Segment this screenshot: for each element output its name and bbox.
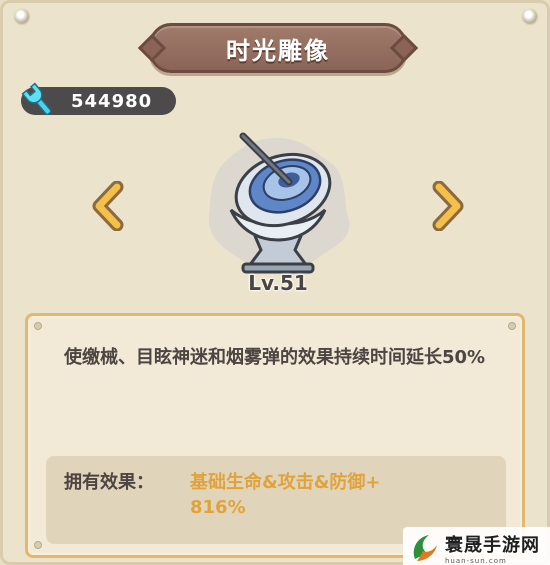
- panel-rivet: [34, 541, 42, 549]
- panel-rivet: [508, 322, 516, 330]
- corner-rivet: [15, 9, 29, 23]
- previous-item-arrow-icon[interactable]: [89, 181, 129, 231]
- page-title: 时光雕像: [226, 36, 330, 65]
- item-level: Lv.51: [248, 271, 308, 295]
- watermark-logo-icon: [413, 534, 437, 561]
- wrench-icon: [21, 82, 52, 116]
- owned-effect-label: 拥有效果：: [64, 472, 154, 493]
- currency-value: 544980: [71, 90, 153, 112]
- owned-effect-percent: 816%: [190, 497, 246, 518]
- site-watermark: 寰晟手游网 huan-sun.com: [403, 527, 550, 565]
- next-item-arrow-icon[interactable]: [427, 181, 467, 231]
- watermark-text: 寰晟手游网: [445, 534, 540, 556]
- sundial-statue-icon: [208, 132, 350, 274]
- popup-frame: 时光雕像 544980 Lv.51 使缴械、目眩神迷和烟雾弹的效果持续时间延长5…: [0, 0, 550, 565]
- watermark-url: huan-sun.com: [445, 556, 507, 565]
- panel-rivet: [34, 322, 42, 330]
- item-description: 使缴械、目眩神迷和烟雾弹的效果持续时间延长50%: [64, 347, 486, 368]
- description-panel: 使缴械、目眩神迷和烟雾弹的效果持续时间延长50% 拥有效果： 基础生命&攻击&防…: [25, 313, 525, 558]
- owned-effect-value: 基础生命&攻击&防御+: [190, 472, 381, 493]
- title-banner: 时光雕像: [149, 23, 407, 73]
- corner-rivet: [523, 9, 537, 23]
- currency-counter: 544980: [21, 82, 176, 116]
